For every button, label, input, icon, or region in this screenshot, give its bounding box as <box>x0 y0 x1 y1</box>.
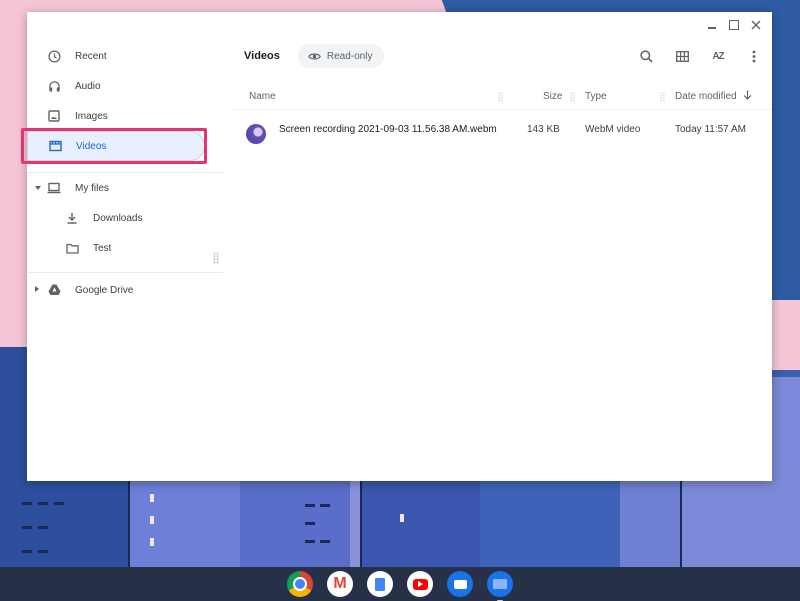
shelf: M <box>0 567 800 601</box>
column-name[interactable]: Name <box>249 91 276 102</box>
read-only-badge: Read-only <box>297 44 385 68</box>
sidebar-item-label: Test <box>93 242 112 254</box>
sidebar-item-my-files[interactable]: My files <box>27 173 205 203</box>
sidebar-item-test[interactable]: Test <box>27 233 205 263</box>
file-type: WebM video <box>585 124 641 135</box>
grid-view-icon <box>675 50 689 62</box>
sidebar-item-recent[interactable]: Recent <box>27 41 205 71</box>
sidebar-item-label: Google Drive <box>75 284 134 296</box>
column-resize-handle[interactable] <box>498 92 503 102</box>
building-light <box>150 538 154 546</box>
sidebar-item-label: Downloads <box>93 212 143 224</box>
toolbar-actions: AZ <box>634 42 766 70</box>
folder-icon <box>65 241 79 255</box>
sidebar-item-downloads[interactable]: Downloads <box>27 203 205 233</box>
column-size[interactable]: Size <box>543 91 562 102</box>
file-size: 143 KB <box>527 124 560 135</box>
sort-button[interactable]: AZ <box>706 44 730 68</box>
column-header: Name Size Type Date modified <box>232 86 772 110</box>
building-window <box>305 504 315 507</box>
sidebar-item-google-drive[interactable]: Google Drive <box>27 275 205 305</box>
sidebar-item-label: My files <box>75 182 109 194</box>
files-app-icon[interactable] <box>487 571 513 601</box>
building-light <box>150 494 154 502</box>
sidebar: Recent Audio Images Videos My files Down… <box>21 12 227 481</box>
column-resize-handle[interactable] <box>570 92 575 102</box>
clock-icon <box>47 49 61 63</box>
files-app-window: Recent Audio Images Videos My files Down… <box>21 12 772 481</box>
building-window <box>320 504 330 507</box>
building-window <box>22 526 32 529</box>
image-icon <box>47 109 61 123</box>
sidebar-item-images[interactable]: Images <box>27 101 205 131</box>
building-window <box>305 522 315 525</box>
building-window <box>22 550 32 553</box>
building-window <box>38 526 48 529</box>
file-row[interactable]: Screen recording 2021-09-03 11.56.38 AM.… <box>232 116 772 144</box>
main-content: Videos Read-only AZ Name Size Type Date … <box>232 12 772 481</box>
sidebar-item-label: Audio <box>75 80 101 92</box>
more-vert-icon <box>752 50 756 62</box>
docs-app-icon[interactable] <box>367 571 393 597</box>
building-light <box>400 514 404 522</box>
building-window <box>54 502 64 505</box>
sidebar-divider <box>27 272 223 273</box>
column-type[interactable]: Type <box>585 91 607 102</box>
eye-icon <box>307 53 321 59</box>
sort-az-icon: AZ <box>712 50 724 62</box>
file-date-modified: Today 11:57 AM <box>675 124 746 135</box>
page-title: Videos <box>244 50 280 62</box>
grid-view-button[interactable] <box>670 44 694 68</box>
building-window <box>22 502 32 505</box>
badge-label: Read-only <box>326 50 373 62</box>
headphones-icon <box>47 79 61 93</box>
gmail-app-icon[interactable]: M <box>327 571 353 597</box>
video-file-icon <box>246 124 266 144</box>
search-button[interactable] <box>634 44 658 68</box>
messages-app-icon[interactable] <box>447 571 473 597</box>
search-icon <box>639 49 653 63</box>
laptop-icon <box>47 181 61 195</box>
building-window <box>38 502 48 505</box>
sort-descending-icon[interactable] <box>743 90 752 103</box>
video-icon <box>48 139 62 153</box>
building-window <box>305 540 315 543</box>
building-window <box>320 540 330 543</box>
building-light <box>150 516 154 524</box>
column-date-modified[interactable]: Date modified <box>675 91 737 102</box>
sidebar-item-label: Videos <box>76 140 107 152</box>
column-resize-handle[interactable] <box>660 92 665 102</box>
sidebar-item-audio[interactable]: Audio <box>27 71 205 101</box>
drive-icon <box>47 283 61 297</box>
sidebar-item-label: Images <box>75 110 108 122</box>
more-options-button[interactable] <box>742 44 766 68</box>
sidebar-item-label: Recent <box>75 50 107 62</box>
toolbar: Videos Read-only AZ <box>232 42 772 70</box>
file-name: Screen recording 2021-09-03 11.56.38 AM.… <box>279 124 497 135</box>
chrome-app-icon[interactable] <box>287 571 313 597</box>
building-window <box>38 550 48 553</box>
youtube-app-icon[interactable] <box>407 571 433 597</box>
sidebar-resize-handle[interactable] <box>213 252 219 264</box>
download-icon <box>65 211 79 225</box>
sidebar-item-videos[interactable]: Videos <box>27 131 205 161</box>
